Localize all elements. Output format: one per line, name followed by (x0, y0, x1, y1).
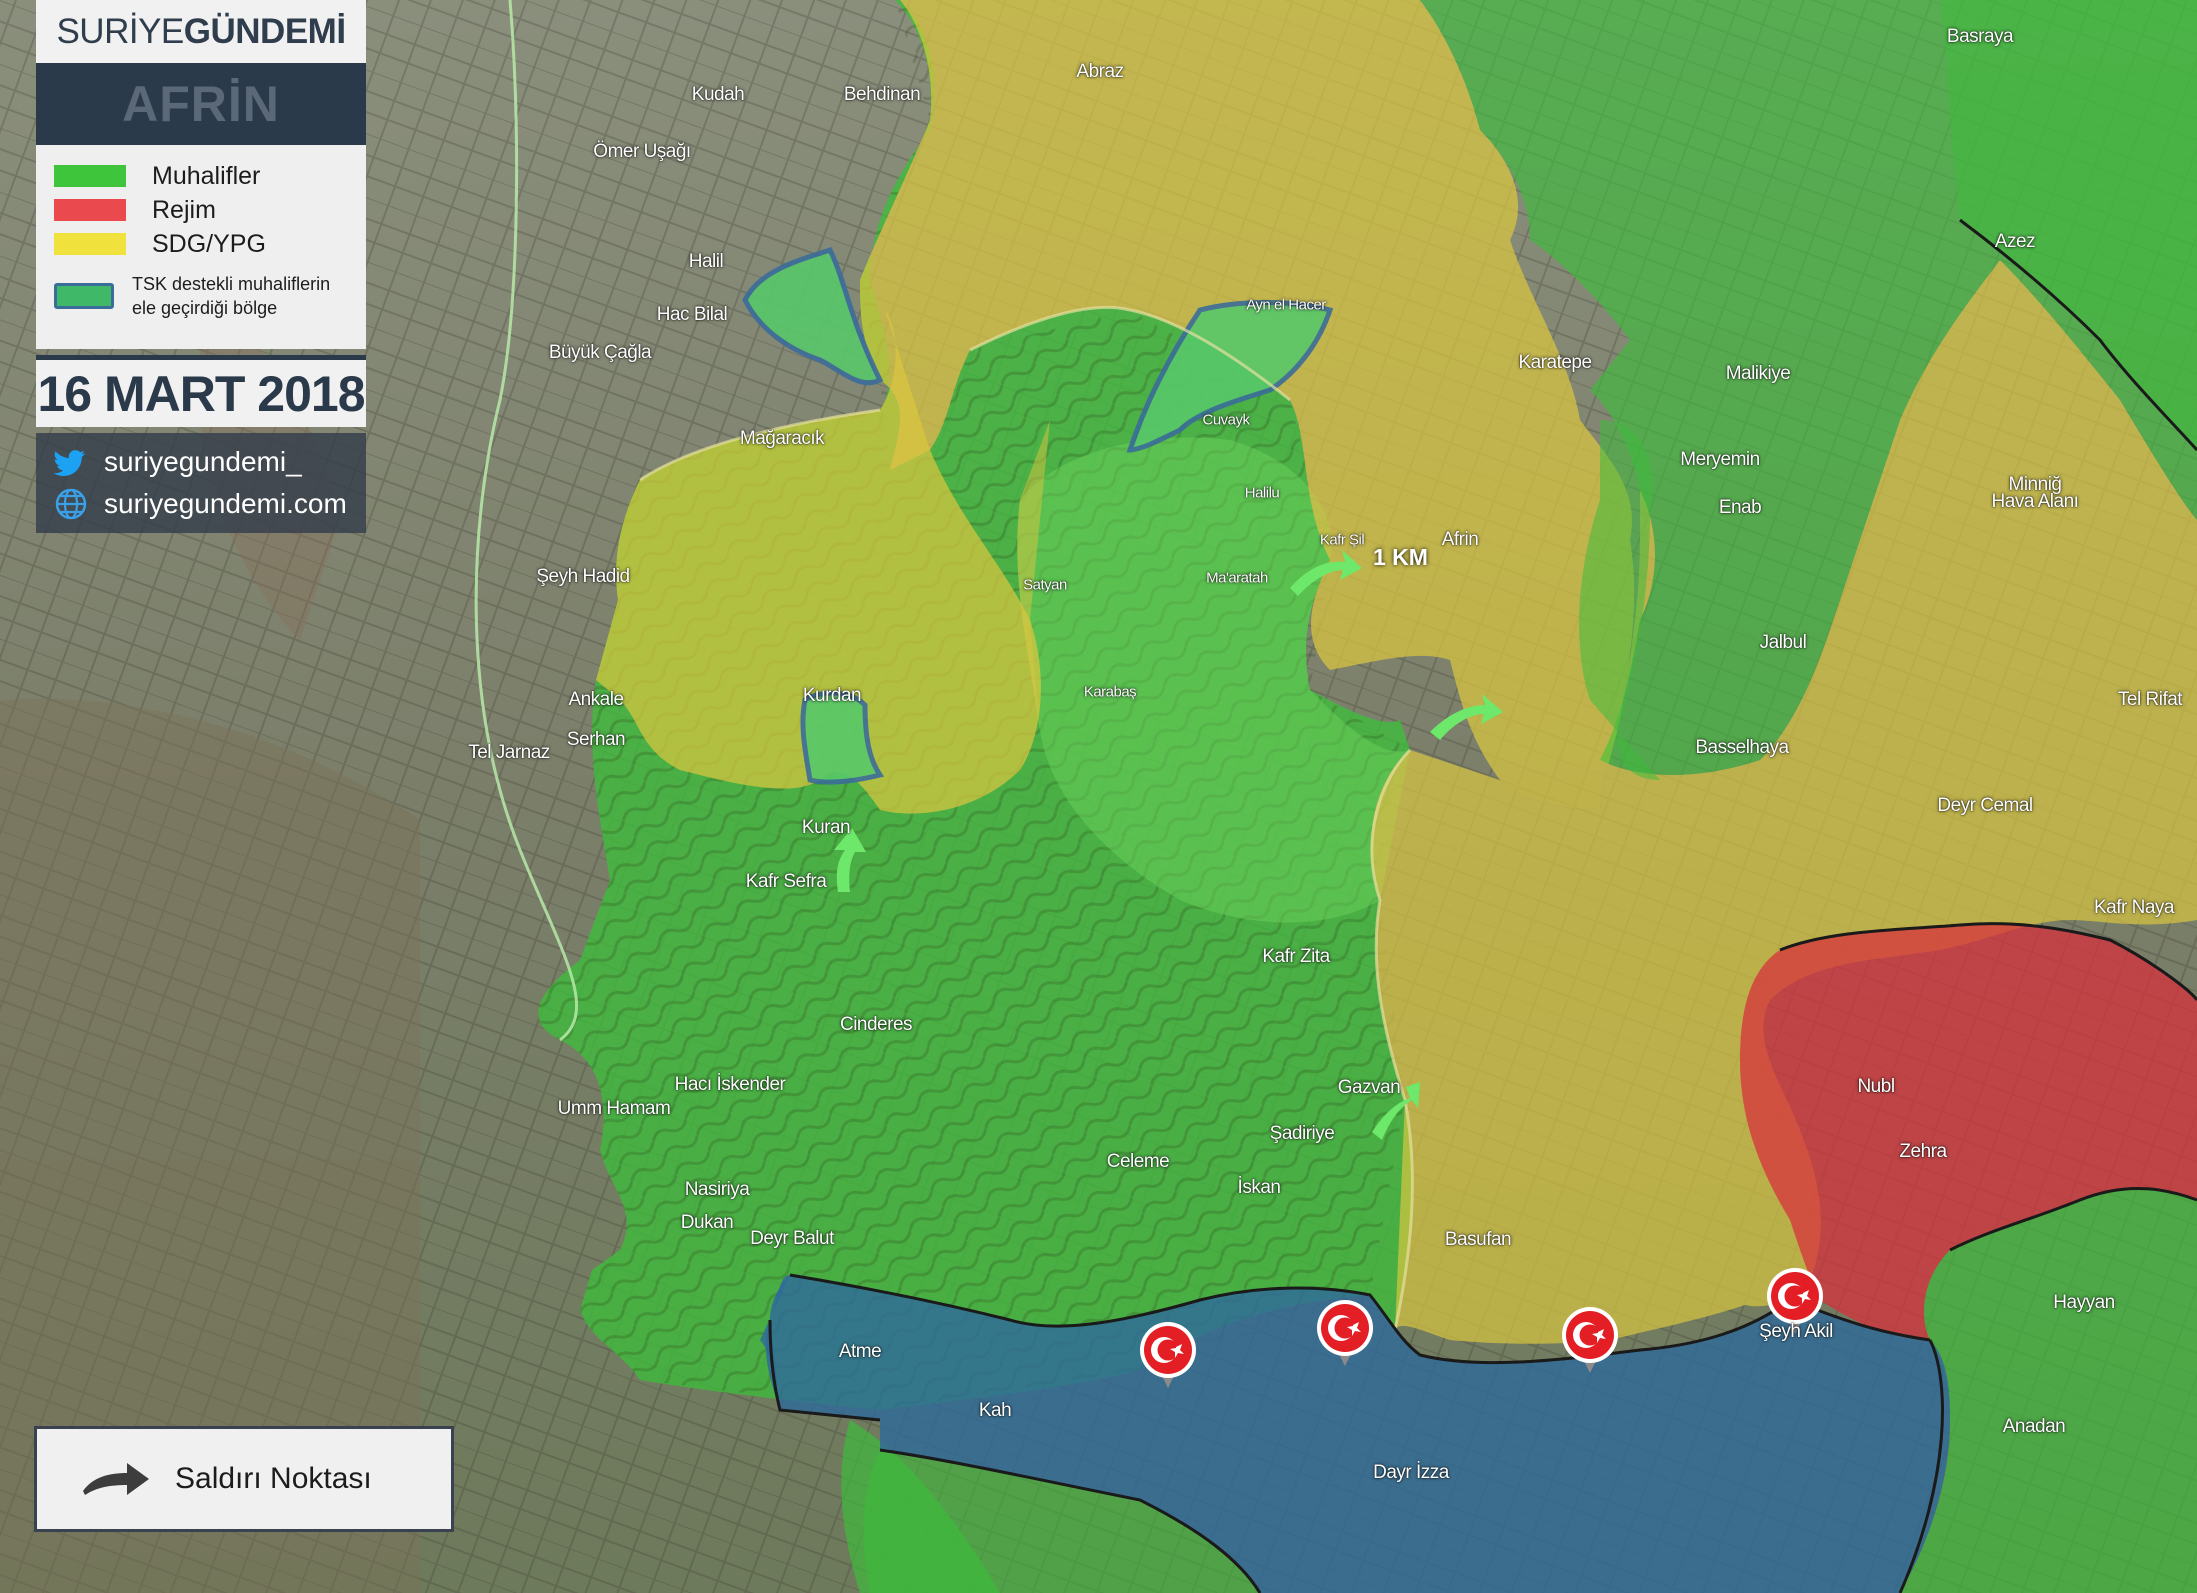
town-label: Atme (838, 1341, 882, 1362)
legend-item-tsk-captured: TSK destekli muhaliflerin ele geçirdiği … (54, 265, 348, 327)
twitter-handle: suriyegundemi_ (104, 446, 302, 477)
attack-point-legend: Saldırı Noktası (34, 1426, 454, 1532)
town-label: Tel Rifat (2117, 689, 2183, 710)
town-label: Ayn el Hacer (1246, 296, 1326, 314)
legend-label: Rejim (152, 195, 216, 224)
town-label: Kuran (801, 817, 851, 838)
town-label: Karatepe (1518, 352, 1592, 373)
legend-label: TSK destekli muhaliflerin ele geçirdiği … (132, 274, 331, 318)
legend-swatch (54, 165, 126, 187)
town-label: Malikiye (1725, 363, 1791, 384)
town-label: Kurdan (802, 685, 862, 706)
town-label: Zehra (1899, 1141, 1947, 1162)
town-label: Kafr Zita (1262, 946, 1330, 967)
town-label: Ankale (568, 689, 624, 710)
arrow-icon (83, 1463, 149, 1495)
legend-panel: SURİYE GÜNDEMİ AFRİN Muhalifler Rejim SD… (36, 0, 366, 533)
social-links: suriyegundemi_ suriyegundemi.com (36, 433, 366, 533)
town-label: Abraz (1076, 61, 1124, 82)
town-label: Kudah (691, 84, 745, 105)
globe-icon (55, 488, 87, 520)
distance-label: 1 KM (1373, 544, 1428, 570)
town-label: Mağaracık (739, 428, 825, 449)
town-label: Karabaş (1083, 683, 1137, 701)
town-label: İskan (1237, 1177, 1281, 1198)
legend: Muhalifler Rejim SDG/YPG TSK destekli mu… (36, 145, 366, 349)
town-label: Basufan (1444, 1229, 1512, 1250)
town-label: Kafr Naya (2094, 897, 2174, 918)
town-label: Hayyan (2053, 1292, 2115, 1313)
legend-swatch (54, 233, 126, 255)
town-label: Şadiriye (1269, 1123, 1335, 1144)
brand-title: SURİYE GÜNDEMİ (36, 0, 366, 63)
town-label: Umm Hamam (557, 1098, 671, 1119)
town-label: Deyr Cemal (1937, 795, 2033, 816)
twitter-icon (54, 450, 85, 476)
map-date: 16 MART 2018 (36, 355, 366, 427)
town-label: Hac Bilal (656, 304, 728, 325)
town-label: Behdinan (843, 84, 921, 105)
town-label: Cuvayk (1202, 411, 1250, 429)
legend-item-regime: Rejim (54, 193, 348, 227)
town-label: Basraya (1946, 26, 2014, 47)
twitter-link[interactable]: suriyegundemi_ (54, 441, 348, 483)
town-label: Şeyh Akil (1759, 1321, 1833, 1342)
town-label: Enab (1718, 497, 1762, 518)
town-label: Satyan (1023, 576, 1067, 594)
town-label: Kafr Sefra (745, 871, 827, 892)
legend-item-opposition: Muhalifler (54, 159, 348, 193)
town-label: Nubl (1857, 1076, 1895, 1097)
region-title: AFRİN (36, 63, 366, 145)
town-label: Meryemin (1680, 449, 1760, 470)
town-label: Hava Alanı (1991, 491, 2079, 512)
town-label: Dukan (680, 1212, 734, 1233)
legend-label: SDG/YPG (152, 229, 266, 258)
town-label: Şeyh Hadid (536, 566, 630, 587)
town-label: Tel Jarnaz (468, 742, 550, 763)
legend-item-sdf-ypg: SDG/YPG (54, 227, 348, 261)
brand-prefix: SURİYE (56, 11, 184, 51)
town-label: Büyük Çağla (548, 342, 652, 363)
town-label: Celeme (1106, 1151, 1170, 1172)
town-label: Halilu (1244, 484, 1280, 502)
attack-point-label: Saldırı Noktası (175, 1462, 372, 1495)
town-label: Hacı İskender (674, 1074, 786, 1095)
website-link[interactable]: suriyegundemi.com (54, 483, 348, 525)
legend-swatch (54, 283, 114, 309)
town-label: Ma'aratah (1206, 569, 1268, 587)
town-label: Cinderes (839, 1014, 913, 1035)
town-label: Deyr Balut (750, 1228, 834, 1249)
town-label: Ömer Uşağı (593, 141, 691, 162)
town-label: Basselhaya (1695, 737, 1789, 758)
town-label: Dayr İzza (1373, 1462, 1449, 1483)
town-label: Azez (1994, 231, 2036, 252)
map-stage: Basraya Kudah Behdinan Abraz Ömer Uşağı … (0, 0, 2197, 1593)
town-label: Serhan (566, 729, 626, 750)
brand-name: GÜNDEMİ (183, 11, 346, 51)
town-label: Anadan (2002, 1416, 2066, 1437)
town-label: Halil (688, 251, 724, 272)
town-label: Kah (978, 1400, 1012, 1421)
town-label: Nasiriya (684, 1179, 750, 1200)
legend-swatch (54, 199, 126, 221)
town-label: Jalbul (1759, 632, 1807, 653)
website-url: suriyegundemi.com (104, 488, 347, 519)
legend-label: Muhalifler (152, 161, 261, 190)
town-label: Gazvan (1337, 1077, 1401, 1098)
town-label: Kafr Şil (1319, 531, 1365, 549)
town-label: Afrin (1441, 529, 1479, 550)
